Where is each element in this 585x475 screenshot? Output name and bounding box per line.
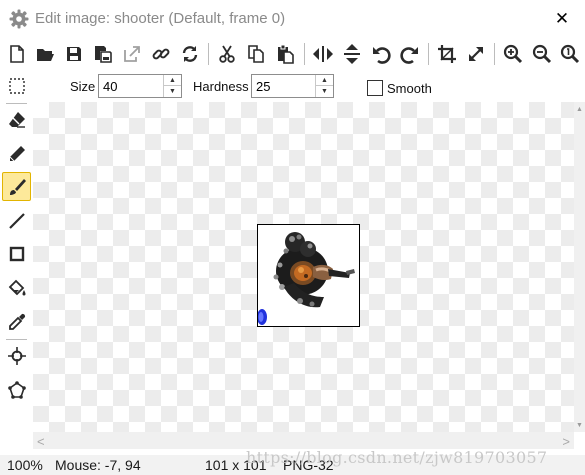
crop-button[interactable] <box>434 41 460 67</box>
scissors-icon <box>219 45 235 63</box>
zoom-in-button[interactable] <box>500 41 526 67</box>
toolbar-separator <box>494 43 495 65</box>
zoom-out-button[interactable] <box>529 41 555 67</box>
select-tool[interactable] <box>2 71 31 100</box>
flip-horizontal-button[interactable] <box>310 41 336 67</box>
size-value[interactable]: 40 <box>103 79 117 94</box>
line-tool[interactable] <box>2 206 31 235</box>
undo-button[interactable] <box>368 41 394 67</box>
refresh-icon <box>182 46 198 62</box>
zoom-out-icon <box>532 44 552 64</box>
crosshair-icon <box>7 346 26 365</box>
window-title: Edit image: shooter (Default, frame 0) <box>35 10 286 27</box>
fill-tool[interactable] <box>2 273 31 302</box>
resize-icon <box>469 47 483 61</box>
scroll-left-arrow-icon[interactable]: < <box>37 434 45 449</box>
open-button[interactable] <box>32 41 58 67</box>
origin-tool[interactable] <box>2 341 31 370</box>
marquee-select-icon <box>8 77 25 94</box>
toolbar-separator <box>208 43 209 65</box>
title-bar: Edit image: shooter (Default, frame 0) ✕ <box>0 0 585 38</box>
size-increment-button[interactable]: ▲ <box>164 75 181 86</box>
smooth-label[interactable]: Smooth <box>387 81 432 96</box>
gear-icon <box>8 8 30 30</box>
size-spinner[interactable]: 40 ▲ ▼ <box>98 74 182 98</box>
new-image-button[interactable] <box>4 41 30 67</box>
new-file-icon <box>10 45 24 63</box>
cut-button[interactable] <box>214 41 240 67</box>
shooter-sprite <box>257 232 355 325</box>
save-copy-icon <box>95 46 112 63</box>
size-label: Size <box>70 79 96 94</box>
save-button[interactable] <box>61 41 87 67</box>
export-button[interactable] <box>119 41 145 67</box>
tool-separator <box>6 103 27 104</box>
save-icon <box>67 47 81 61</box>
hardness-label: Hardness <box>193 79 249 94</box>
vertical-scrollbar[interactable]: ▲ ▼ <box>574 102 585 432</box>
hardness-spinner[interactable]: 25 ▲ ▼ <box>251 74 334 98</box>
horizontal-scrollbar[interactable]: < > <box>33 432 574 449</box>
zoom-in-icon <box>503 44 523 64</box>
flip-horizontal-icon <box>313 46 333 62</box>
scroll-down-arrow-icon[interactable]: ▼ <box>574 418 585 432</box>
eyedropper-icon <box>8 313 25 330</box>
hardness-decrement-button[interactable]: ▼ <box>316 86 333 97</box>
zoom-level: 100% <box>7 457 43 473</box>
collision-mask-tool[interactable] <box>2 375 31 404</box>
scroll-right-arrow-icon[interactable]: > <box>562 434 570 449</box>
close-button[interactable]: ✕ <box>539 0 585 38</box>
refresh-button[interactable] <box>177 41 203 67</box>
resize-button[interactable] <box>463 41 489 67</box>
polygon-mask-icon <box>7 380 26 399</box>
paste-button[interactable] <box>272 41 298 67</box>
rectangle-tool[interactable] <box>2 239 31 268</box>
hardness-value[interactable]: 25 <box>256 79 270 94</box>
color-picker-tool[interactable] <box>2 307 31 336</box>
flip-vertical-icon <box>344 44 360 64</box>
brush-tool[interactable] <box>2 172 31 201</box>
crop-icon <box>438 45 456 63</box>
zoom-reset-icon <box>560 44 580 64</box>
watermark: https://blog.csdn.net/zjw819703057 <box>246 448 548 467</box>
line-icon <box>8 212 25 229</box>
main-toolbar <box>0 38 585 70</box>
toolbar-separator <box>428 43 429 65</box>
scroll-up-arrow-icon[interactable]: ▲ <box>574 102 585 116</box>
eraser-icon <box>8 111 25 128</box>
size-spinner-buttons: ▲ ▼ <box>163 75 181 97</box>
redo-button[interactable] <box>397 41 423 67</box>
eraser-tool[interactable] <box>2 105 31 134</box>
pencil-tool[interactable] <box>2 139 31 168</box>
toolbar-separator <box>304 43 305 65</box>
sprite-image[interactable] <box>257 224 360 327</box>
smooth-checkbox[interactable] <box>367 80 383 96</box>
save-copy-button[interactable] <box>90 41 116 67</box>
mouse-position: Mouse: -7, 94 <box>55 457 141 473</box>
hardness-spinner-buttons: ▲ ▼ <box>315 75 333 97</box>
tool-sidebar <box>0 70 33 455</box>
flip-vertical-button[interactable] <box>339 41 365 67</box>
size-decrement-button[interactable]: ▼ <box>164 86 181 97</box>
export-icon <box>124 46 140 62</box>
pencil-icon <box>9 145 25 161</box>
tool-separator <box>6 339 27 340</box>
tool-options-bar: Size 40 ▲ ▼ Hardness 25 ▲ ▼ Smooth <box>0 70 585 102</box>
hardness-increment-button[interactable]: ▲ <box>316 75 333 86</box>
paste-icon <box>278 44 294 64</box>
copy-button[interactable] <box>243 41 269 67</box>
link-button[interactable] <box>148 41 174 67</box>
undo-icon <box>373 47 391 64</box>
copy-icon <box>248 45 264 63</box>
rectangle-icon <box>9 246 24 261</box>
paint-bucket-icon <box>8 279 25 295</box>
link-icon <box>152 48 170 60</box>
zoom-reset-button[interactable] <box>557 41 583 67</box>
redo-icon <box>400 47 418 64</box>
brush-icon <box>9 178 26 195</box>
folder-open-icon <box>37 49 54 61</box>
image-canvas[interactable] <box>33 102 574 432</box>
